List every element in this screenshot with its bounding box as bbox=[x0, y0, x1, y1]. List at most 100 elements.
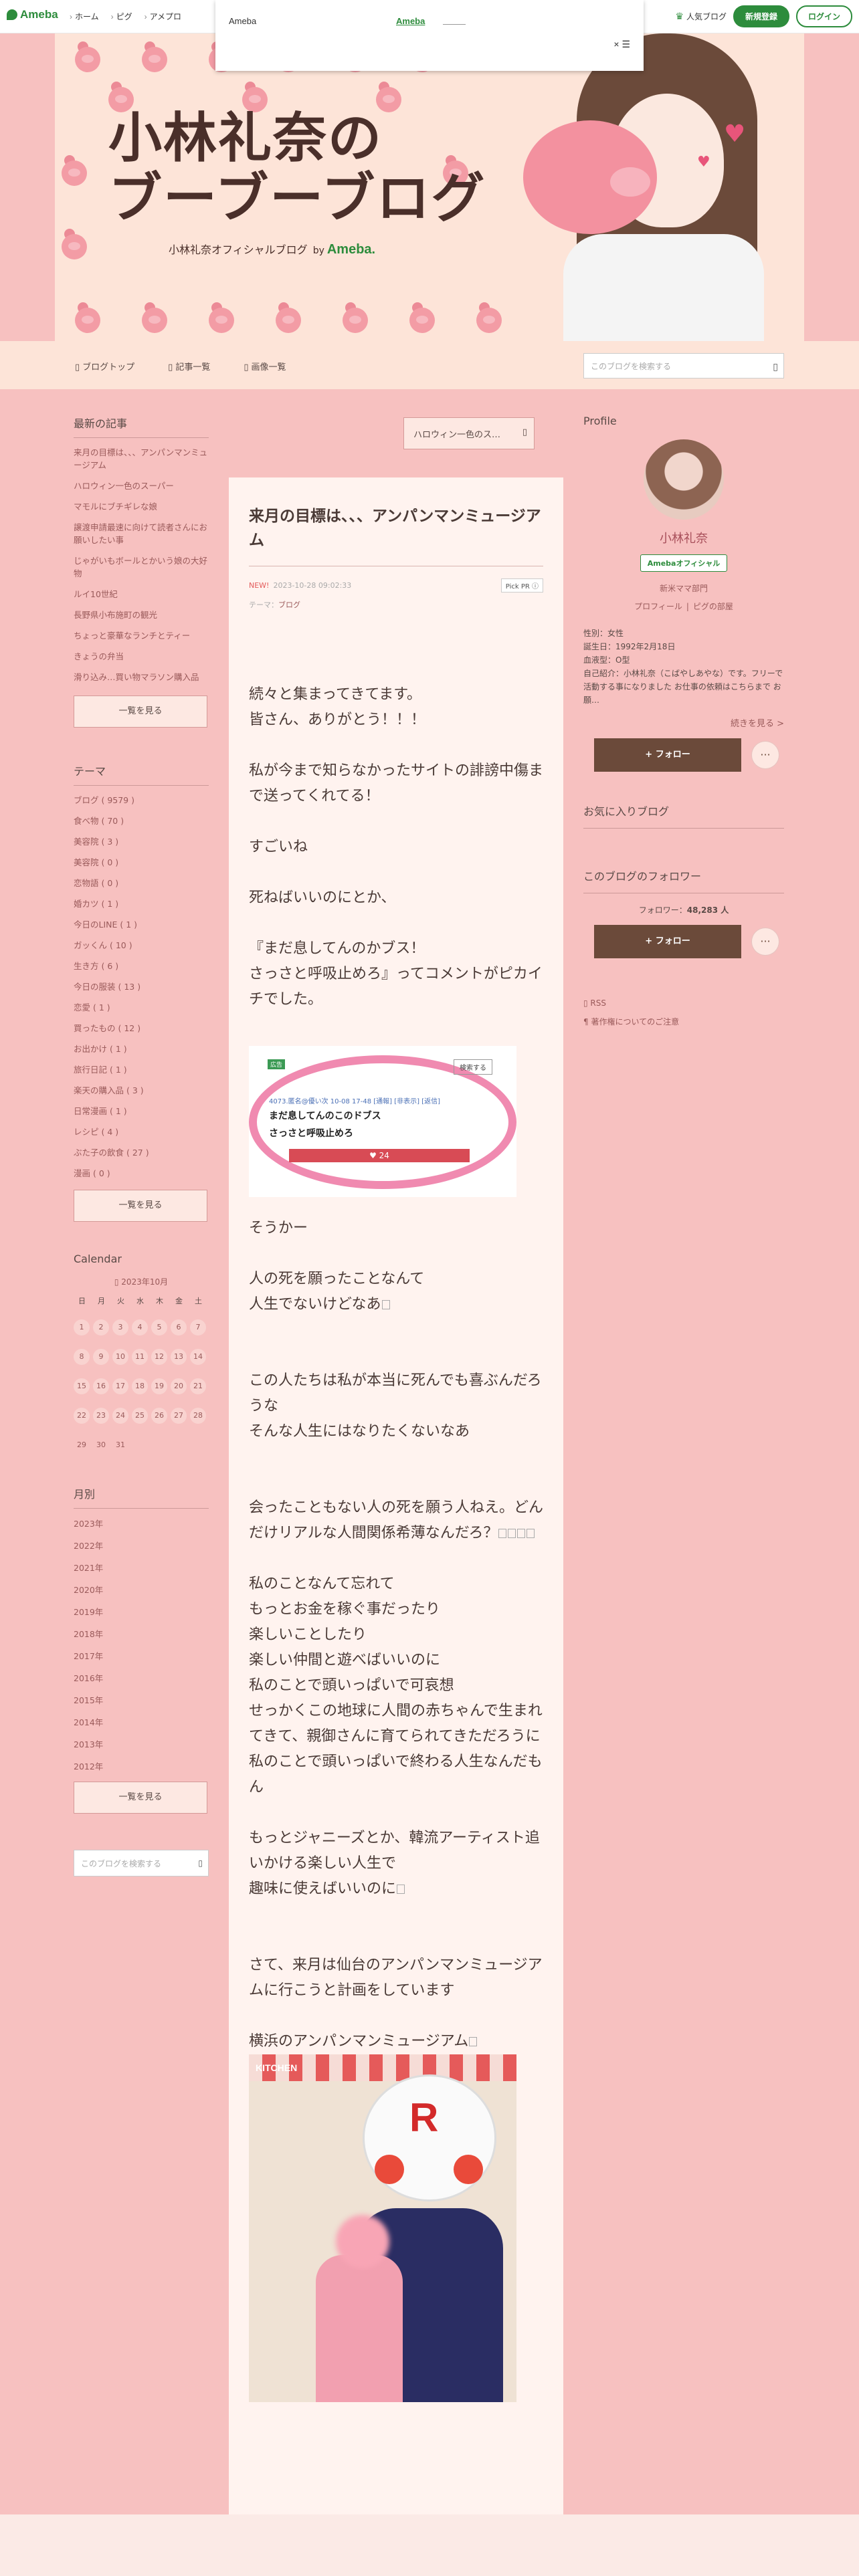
calendar-day[interactable]: 29 bbox=[74, 1437, 90, 1453]
year-item[interactable]: 2018年 bbox=[74, 1627, 209, 1640]
year-item[interactable]: 2021年 bbox=[74, 1561, 209, 1574]
calendar-day[interactable]: 10 bbox=[112, 1349, 128, 1365]
recent-article-item[interactable]: 長野県小布施町の観光 bbox=[74, 609, 209, 621]
more-options-icon[interactable]: ··· bbox=[752, 742, 779, 768]
monthly-more-button[interactable]: 一覧を見る bbox=[74, 1782, 207, 1814]
calendar-day[interactable]: 27 bbox=[171, 1408, 187, 1424]
recent-article-item[interactable]: ルイ10世紀 bbox=[74, 588, 209, 601]
calendar-day[interactable]: 4 bbox=[132, 1319, 148, 1335]
calendar-day[interactable]: 6 bbox=[171, 1319, 187, 1335]
calendar-day[interactable]: 14 bbox=[190, 1349, 206, 1365]
calendar-day[interactable]: 5 bbox=[151, 1319, 167, 1335]
calendar-day[interactable]: 8 bbox=[74, 1349, 90, 1365]
nav-amepro[interactable]: アメプロ bbox=[145, 11, 181, 22]
nav-blog-top[interactable]: ブログトップ bbox=[75, 360, 134, 372]
profile-name[interactable]: 小林礼奈 bbox=[583, 529, 784, 546]
calendar-day[interactable]: 17 bbox=[112, 1378, 128, 1394]
year-item[interactable]: 2015年 bbox=[74, 1693, 209, 1706]
search-icon[interactable]: ▯ bbox=[773, 362, 778, 372]
theme-item[interactable]: お出かけ ( 1 ) bbox=[74, 1043, 209, 1056]
comment-screenshot-image[interactable]: 広告 検索する 4073.匿名@優い次 10-08 17-48 [通報] [非表… bbox=[249, 1046, 516, 1197]
theme-item[interactable]: 食べ物 ( 70 ) bbox=[74, 815, 209, 828]
rss-link[interactable]: RSS bbox=[583, 998, 784, 1008]
profile-link[interactable]: プロフィール bbox=[634, 602, 682, 611]
calendar-day[interactable]: 9 bbox=[93, 1349, 109, 1365]
calendar-day[interactable]: 26 bbox=[151, 1408, 167, 1424]
prev-article-button[interactable]: ハロウィン一色のス… ▯ bbox=[403, 417, 535, 449]
pick-pr-badge[interactable]: Pick PR ⓘ bbox=[500, 578, 543, 593]
theme-item[interactable]: 恋愛 ( 1 ) bbox=[74, 1001, 209, 1014]
theme-item[interactable]: 旅行日記 ( 1 ) bbox=[74, 1063, 209, 1077]
calendar-day[interactable]: 15 bbox=[74, 1378, 90, 1394]
theme-link[interactable]: ブログ bbox=[278, 601, 300, 609]
copyright-notice-link[interactable]: 著作権についてのご注意 bbox=[583, 1016, 784, 1027]
recent-article-item[interactable]: ハロウィン一色のスーパー bbox=[74, 479, 209, 492]
theme-item[interactable]: 恋物語 ( 0 ) bbox=[74, 877, 209, 890]
year-item[interactable]: 2016年 bbox=[74, 1671, 209, 1684]
calendar-day[interactable]: 7 bbox=[190, 1319, 206, 1335]
recent-article-item[interactable]: 譲渡申請最速に向けて読者さんにお願いしたい事 bbox=[74, 521, 209, 546]
calendar-day[interactable]: 25 bbox=[132, 1408, 148, 1424]
blog-search-input[interactable]: このブログを検索する ▯ bbox=[583, 353, 784, 379]
sidebar-search-input[interactable]: このブログを検索する ▯ bbox=[74, 1850, 209, 1876]
calendar-day[interactable]: 31 bbox=[112, 1437, 128, 1453]
recent-article-item[interactable]: ちょっと豪華なランチとティー bbox=[74, 629, 209, 642]
ad-banner[interactable]: Ameba Ameba × ☰ bbox=[215, 0, 644, 71]
year-item[interactable]: 2012年 bbox=[74, 1759, 209, 1772]
pigg-room-link[interactable]: ピグの部屋 bbox=[693, 602, 733, 611]
theme-item[interactable]: ぶた子の飲食 ( 27 ) bbox=[74, 1146, 209, 1160]
calendar-day[interactable]: 24 bbox=[112, 1408, 128, 1424]
theme-item[interactable]: 美容院 ( 0 ) bbox=[74, 856, 209, 869]
calendar-day[interactable]: 2 bbox=[93, 1319, 109, 1335]
recent-article-item[interactable]: 滑り込み…買い物マラソン購入品 bbox=[74, 671, 209, 683]
ameba-logo[interactable]: Ameba bbox=[7, 8, 58, 21]
nav-image-list[interactable]: 画像一覧 bbox=[244, 360, 286, 372]
calendar-day[interactable]: 22 bbox=[74, 1408, 90, 1424]
ranking-link[interactable]: ♛ 人気ブログ bbox=[675, 11, 727, 22]
year-item[interactable]: 2013年 bbox=[74, 1737, 209, 1750]
calendar-day[interactable]: 16 bbox=[93, 1378, 109, 1394]
year-item[interactable]: 2019年 bbox=[74, 1605, 209, 1618]
calendar-day[interactable]: 28 bbox=[190, 1408, 206, 1424]
article-title[interactable]: 来月の目標は、、、アンパンマンミュージアム bbox=[249, 504, 543, 566]
calendar-day[interactable]: 12 bbox=[151, 1349, 167, 1365]
theme-item[interactable]: 婚カツ ( 1 ) bbox=[74, 897, 209, 911]
theme-item[interactable]: 今日のLINE ( 1 ) bbox=[74, 918, 209, 932]
read-more-link[interactable]: 続きを見る > bbox=[583, 716, 784, 729]
calendar-day[interactable]: 19 bbox=[151, 1378, 167, 1394]
recent-article-item[interactable]: きょうの弁当 bbox=[74, 650, 209, 663]
calendar-day[interactable]: 23 bbox=[93, 1408, 109, 1424]
calendar-day[interactable]: 13 bbox=[171, 1349, 187, 1365]
recent-article-item[interactable]: 来月の目標は、、、アンパンマンミュージアム bbox=[74, 446, 209, 471]
nav-pigg[interactable]: ピグ bbox=[111, 11, 132, 22]
register-button[interactable]: 新規登録 bbox=[733, 5, 789, 27]
more-options-icon[interactable]: ··· bbox=[752, 928, 779, 955]
theme-item[interactable]: 楽天の購入品 ( 3 ) bbox=[74, 1084, 209, 1097]
year-item[interactable]: 2017年 bbox=[74, 1649, 209, 1662]
follow-button[interactable]: + フォロー bbox=[594, 738, 741, 772]
profile-category[interactable]: 新米ママ部門 bbox=[583, 582, 784, 594]
calendar-day[interactable]: 21 bbox=[190, 1378, 206, 1394]
theme-item[interactable]: ガッくん ( 10 ) bbox=[74, 939, 209, 952]
theme-item[interactable]: レシピ ( 4 ) bbox=[74, 1125, 209, 1139]
ad-close-icon[interactable]: × ☰ bbox=[613, 39, 630, 50]
search-icon[interactable]: ▯ bbox=[198, 1858, 203, 1868]
calendar-day[interactable]: 18 bbox=[132, 1378, 148, 1394]
year-item[interactable]: 2014年 bbox=[74, 1715, 209, 1728]
calendar-day[interactable]: 3 bbox=[112, 1319, 128, 1335]
ad-link[interactable]: Ameba bbox=[396, 16, 425, 26]
theme-item[interactable]: 今日の服装 ( 13 ) bbox=[74, 980, 209, 994]
recent-article-item[interactable]: マモルにブチギレな娘 bbox=[74, 500, 209, 513]
theme-more-button[interactable]: 一覧を見る bbox=[74, 1190, 207, 1222]
anpanman-museum-photo[interactable]: KITCHEN R bbox=[249, 2054, 516, 2402]
year-item[interactable]: 2022年 bbox=[74, 1539, 209, 1551]
year-item[interactable]: 2020年 bbox=[74, 1583, 209, 1596]
theme-item[interactable]: 日常漫画 ( 1 ) bbox=[74, 1105, 209, 1118]
recent-article-item[interactable]: じゃがいもボールとかいう娘の大好物 bbox=[74, 554, 209, 580]
year-item[interactable]: 2023年 bbox=[74, 1517, 209, 1529]
theme-item[interactable]: 美容院 ( 3 ) bbox=[74, 835, 209, 849]
theme-item[interactable]: 漫画 ( 0 ) bbox=[74, 1167, 209, 1180]
follow-button[interactable]: + フォロー bbox=[594, 925, 741, 958]
blog-header-banner[interactable]: ♥ ♥ 小林礼奈の ブーブーブログ 小林礼奈オフィシャルブログ by Ameba. bbox=[55, 33, 804, 341]
calendar-month[interactable]: 2023年10月 bbox=[74, 1276, 209, 1287]
